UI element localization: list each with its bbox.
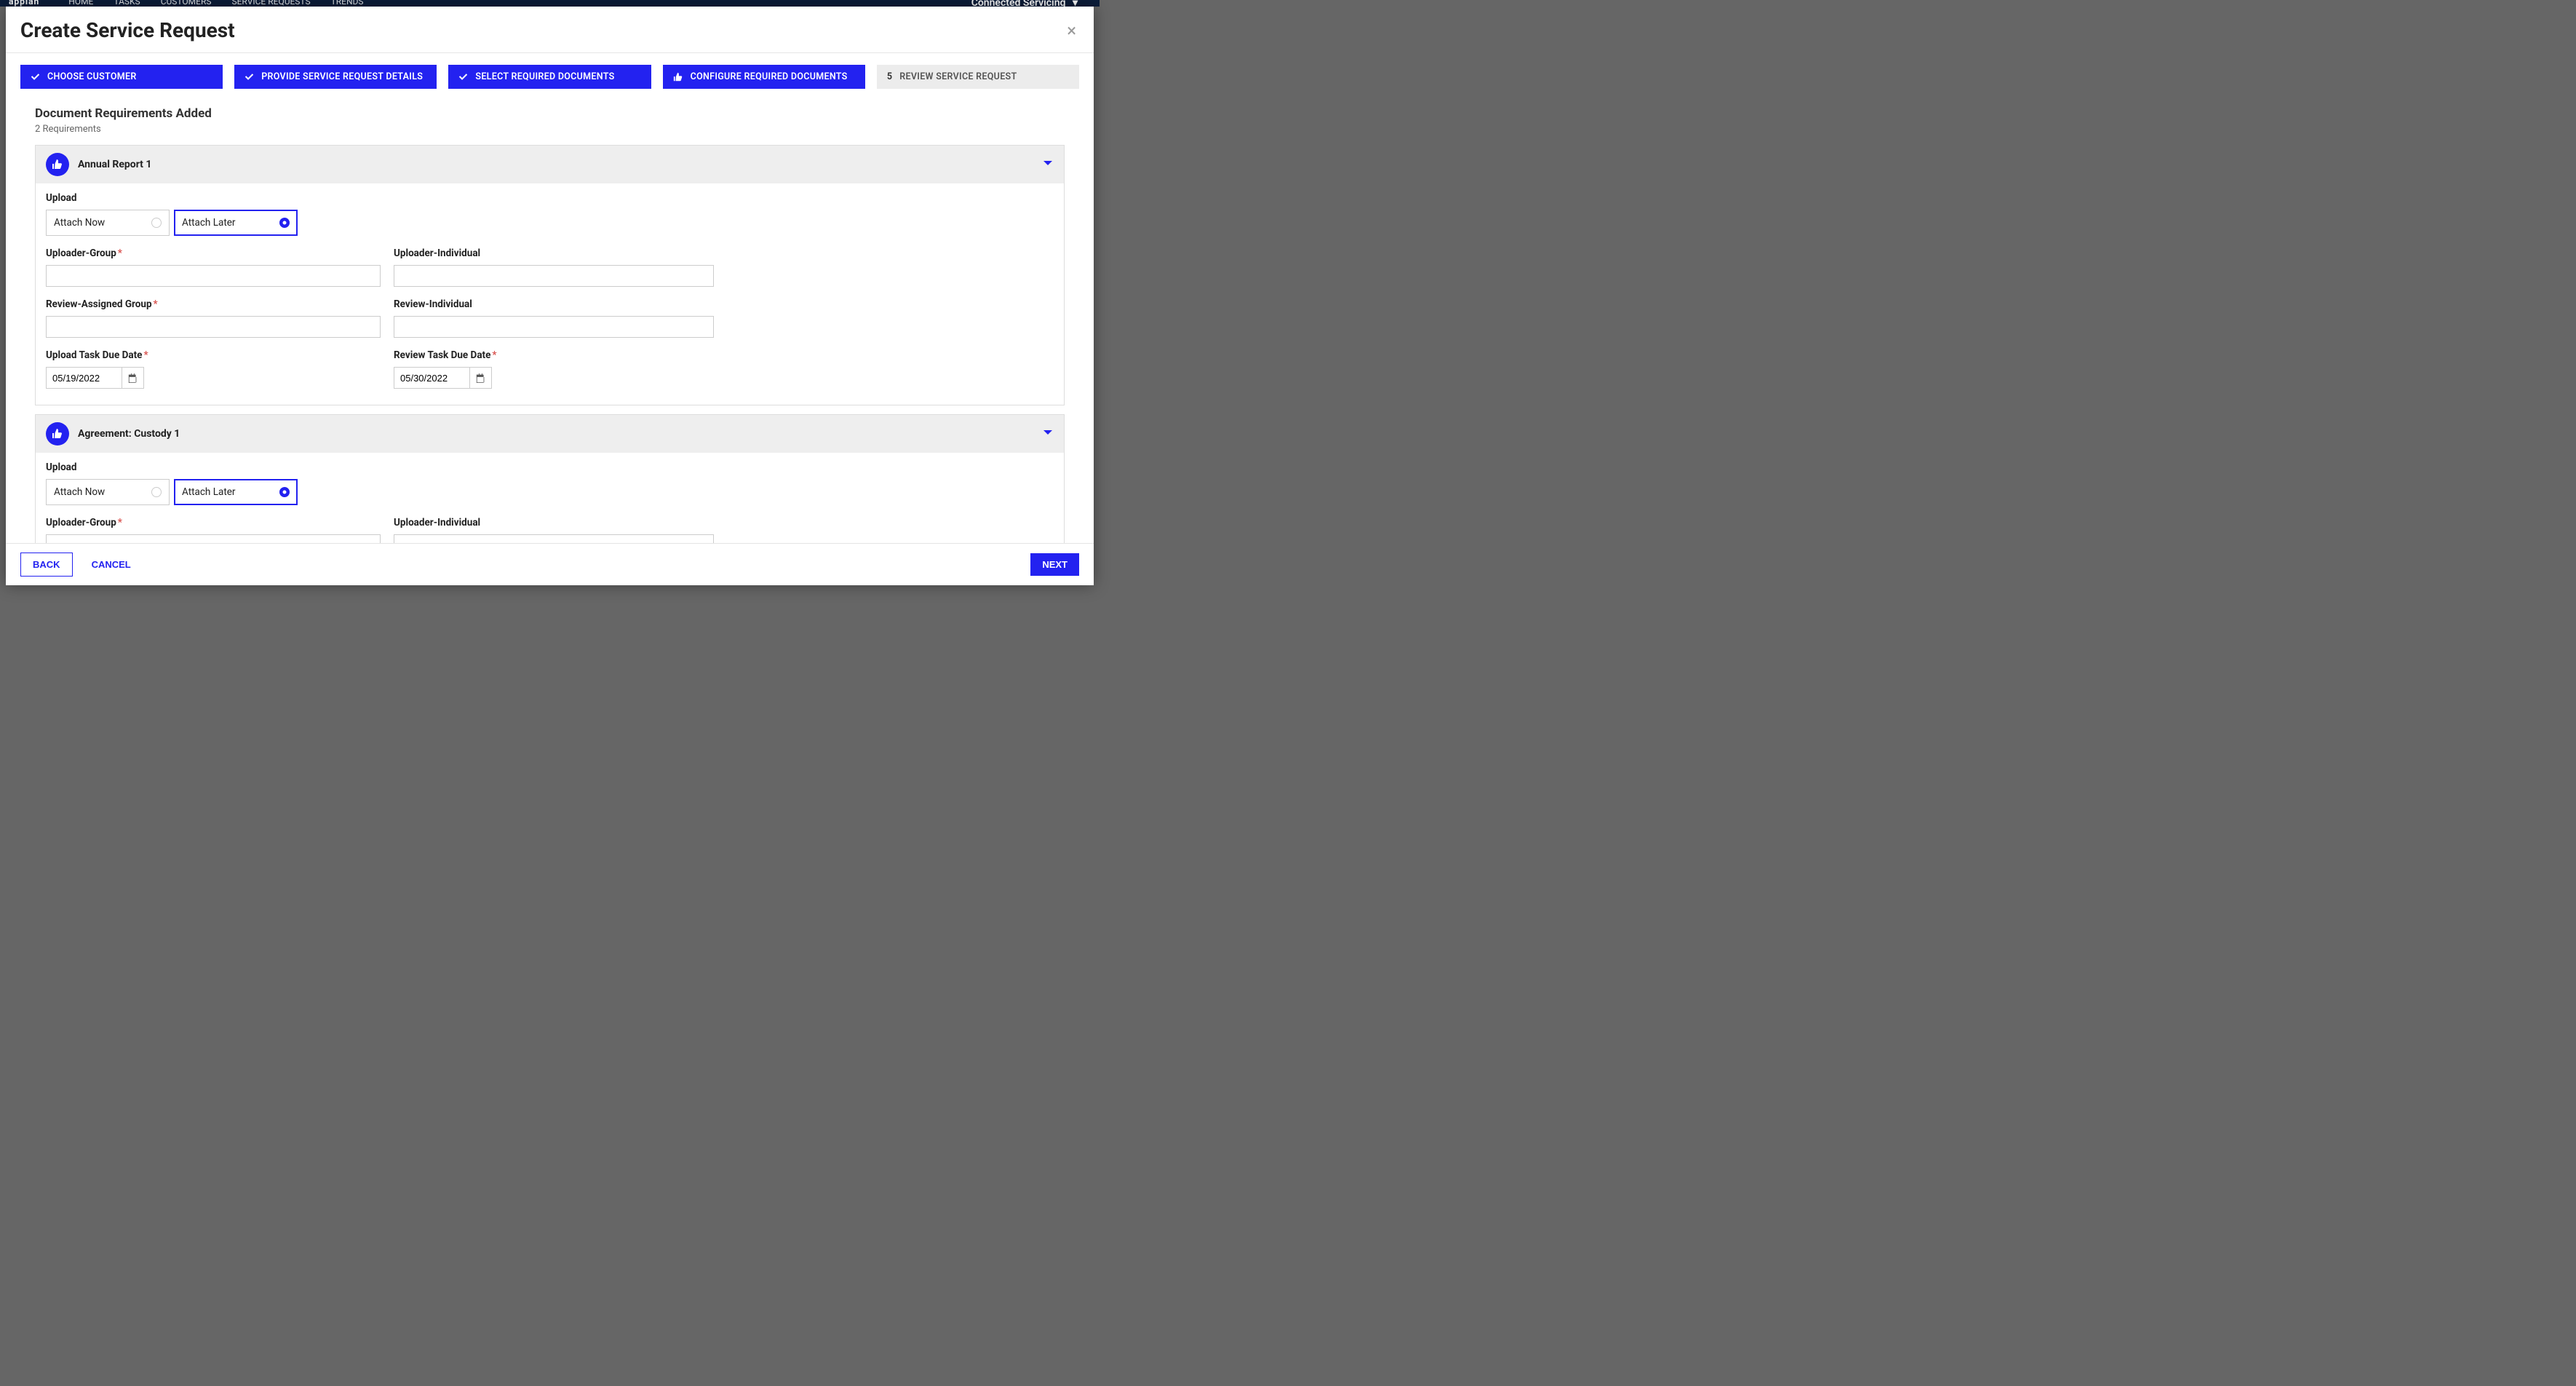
- uploader-group-input[interactable]: [46, 265, 381, 287]
- radio-label: Attach Later: [182, 217, 236, 229]
- doc-header[interactable]: Annual Report 1: [36, 146, 1064, 183]
- radio-icon: [151, 487, 162, 497]
- review-due-label: Review Task Due Date*: [394, 349, 714, 361]
- uploader-individual-input[interactable]: [394, 265, 714, 287]
- calendar-icon[interactable]: [470, 367, 492, 389]
- step-configure-docs[interactable]: CONFIGURE REQUIRED DOCUMENTS: [663, 65, 865, 89]
- doc-body: Upload Attach Now Attach Later: [36, 453, 1064, 543]
- review-group-label: Review-Assigned Group*: [46, 298, 381, 310]
- thumbs-up-icon: [46, 153, 69, 176]
- check-icon: [245, 72, 254, 82]
- nav-home[interactable]: HOME: [68, 0, 93, 7]
- top-right-menu[interactable]: Connected Servicing ▾: [971, 0, 1078, 7]
- wizard-steps: CHOOSE CUSTOMER PROVIDE SERVICE REQUEST …: [20, 65, 1079, 89]
- app-topbar: appian HOME TASKS CUSTOMERS SERVICE REQU…: [0, 0, 1100, 7]
- required-star-icon: *: [154, 298, 158, 310]
- review-due-date-input[interactable]: [394, 367, 470, 389]
- radio-icon: [279, 487, 290, 497]
- modal-header: Create Service Request ×: [6, 7, 1094, 53]
- step-label: CHOOSE CUSTOMER: [47, 71, 137, 82]
- create-service-request-modal: Create Service Request × CHOOSE CUSTOMER…: [6, 7, 1094, 585]
- radio-label: Attach Now: [54, 486, 105, 498]
- required-star-icon: *: [492, 349, 496, 361]
- modal-title: Create Service Request: [20, 18, 235, 42]
- uploader-individual-label: Uploader-Individual: [394, 248, 714, 259]
- doc-card-annual-report: Annual Report 1 Upload Attach Now: [35, 145, 1065, 405]
- app-logo: appian: [9, 0, 39, 7]
- nav-trends[interactable]: TRENDS: [331, 0, 364, 7]
- chevron-down-icon[interactable]: [1042, 427, 1054, 441]
- uploader-individual-label: Uploader-Individual: [394, 517, 714, 528]
- thumbs-up-icon: [673, 72, 683, 82]
- step-label: SELECT REQUIRED DOCUMENTS: [475, 71, 614, 82]
- uploader-individual-input[interactable]: [394, 534, 714, 543]
- back-button[interactable]: BACK: [20, 553, 73, 577]
- attach-now-radio[interactable]: Attach Now: [46, 210, 170, 236]
- step-label: CONFIGURE REQUIRED DOCUMENTS: [691, 71, 848, 82]
- modal-footer: BACK CANCEL NEXT: [6, 543, 1094, 585]
- required-star-icon: *: [143, 349, 148, 361]
- doc-title: Annual Report 1: [78, 159, 151, 170]
- section-subtitle: 2 Requirements: [35, 124, 1065, 135]
- step-review-request[interactable]: 5 REVIEW SERVICE REQUEST: [877, 65, 1079, 89]
- upload-label: Upload: [46, 192, 1054, 204]
- uploader-group-input[interactable]: [46, 534, 381, 543]
- nav-customers[interactable]: CUSTOMERS: [161, 0, 212, 7]
- caret-down-icon: ▾: [1073, 0, 1078, 7]
- close-icon[interactable]: ×: [1064, 19, 1079, 42]
- radio-label: Attach Now: [54, 217, 105, 229]
- upload-mode-radio-group: Attach Now Attach Later: [46, 210, 1054, 236]
- cancel-button[interactable]: CANCEL: [80, 553, 143, 576]
- check-icon: [458, 72, 468, 82]
- thumbs-up-icon: [46, 422, 69, 446]
- nav-service-requests[interactable]: SERVICE REQUESTS: [231, 0, 310, 7]
- review-individual-input[interactable]: [394, 316, 714, 338]
- attach-now-radio[interactable]: Attach Now: [46, 479, 170, 505]
- uploader-group-label: Uploader-Group*: [46, 248, 381, 259]
- step-label: REVIEW SERVICE REQUEST: [899, 71, 1017, 82]
- attach-later-radio[interactable]: Attach Later: [174, 479, 298, 505]
- radio-label: Attach Later: [182, 486, 236, 498]
- upload-mode-radio-group: Attach Now Attach Later: [46, 479, 1054, 505]
- required-star-icon: *: [118, 517, 122, 528]
- uploader-group-label: Uploader-Group*: [46, 517, 381, 528]
- upload-due-label: Upload Task Due Date*: [46, 349, 381, 361]
- step-choose-customer[interactable]: CHOOSE CUSTOMER: [20, 65, 223, 89]
- calendar-icon[interactable]: [122, 367, 144, 389]
- doc-card-agreement-custody: Agreement: Custody 1 Upload Attach Now: [35, 414, 1065, 543]
- step-select-docs[interactable]: SELECT REQUIRED DOCUMENTS: [448, 65, 651, 89]
- radio-icon: [151, 218, 162, 228]
- review-due-date-group: [394, 367, 492, 389]
- doc-header[interactable]: Agreement: Custody 1: [36, 415, 1064, 453]
- next-button[interactable]: NEXT: [1030, 553, 1079, 576]
- doc-body: Upload Attach Now Attach Later: [36, 183, 1064, 405]
- check-icon: [31, 72, 40, 82]
- upload-due-date-group: [46, 367, 144, 389]
- required-star-icon: *: [118, 248, 122, 259]
- modal-body: CHOOSE CUSTOMER PROVIDE SERVICE REQUEST …: [6, 53, 1094, 543]
- attach-later-radio[interactable]: Attach Later: [174, 210, 298, 236]
- top-right-label: Connected Servicing: [971, 0, 1066, 7]
- nav-tasks[interactable]: TASKS: [114, 0, 140, 7]
- step-provide-details[interactable]: PROVIDE SERVICE REQUEST DETAILS: [234, 65, 437, 89]
- chevron-down-icon[interactable]: [1042, 157, 1054, 172]
- upload-due-date-input[interactable]: [46, 367, 122, 389]
- radio-icon: [279, 218, 290, 228]
- doc-title: Agreement: Custody 1: [78, 428, 180, 440]
- section-area: Document Requirements Added 2 Requiremen…: [20, 106, 1079, 543]
- step-label: PROVIDE SERVICE REQUEST DETAILS: [261, 71, 423, 82]
- section-title: Document Requirements Added: [35, 106, 1065, 121]
- upload-label: Upload: [46, 462, 1054, 473]
- review-individual-label: Review-Individual: [394, 298, 714, 310]
- step-number: 5: [887, 71, 892, 82]
- review-group-input[interactable]: [46, 316, 381, 338]
